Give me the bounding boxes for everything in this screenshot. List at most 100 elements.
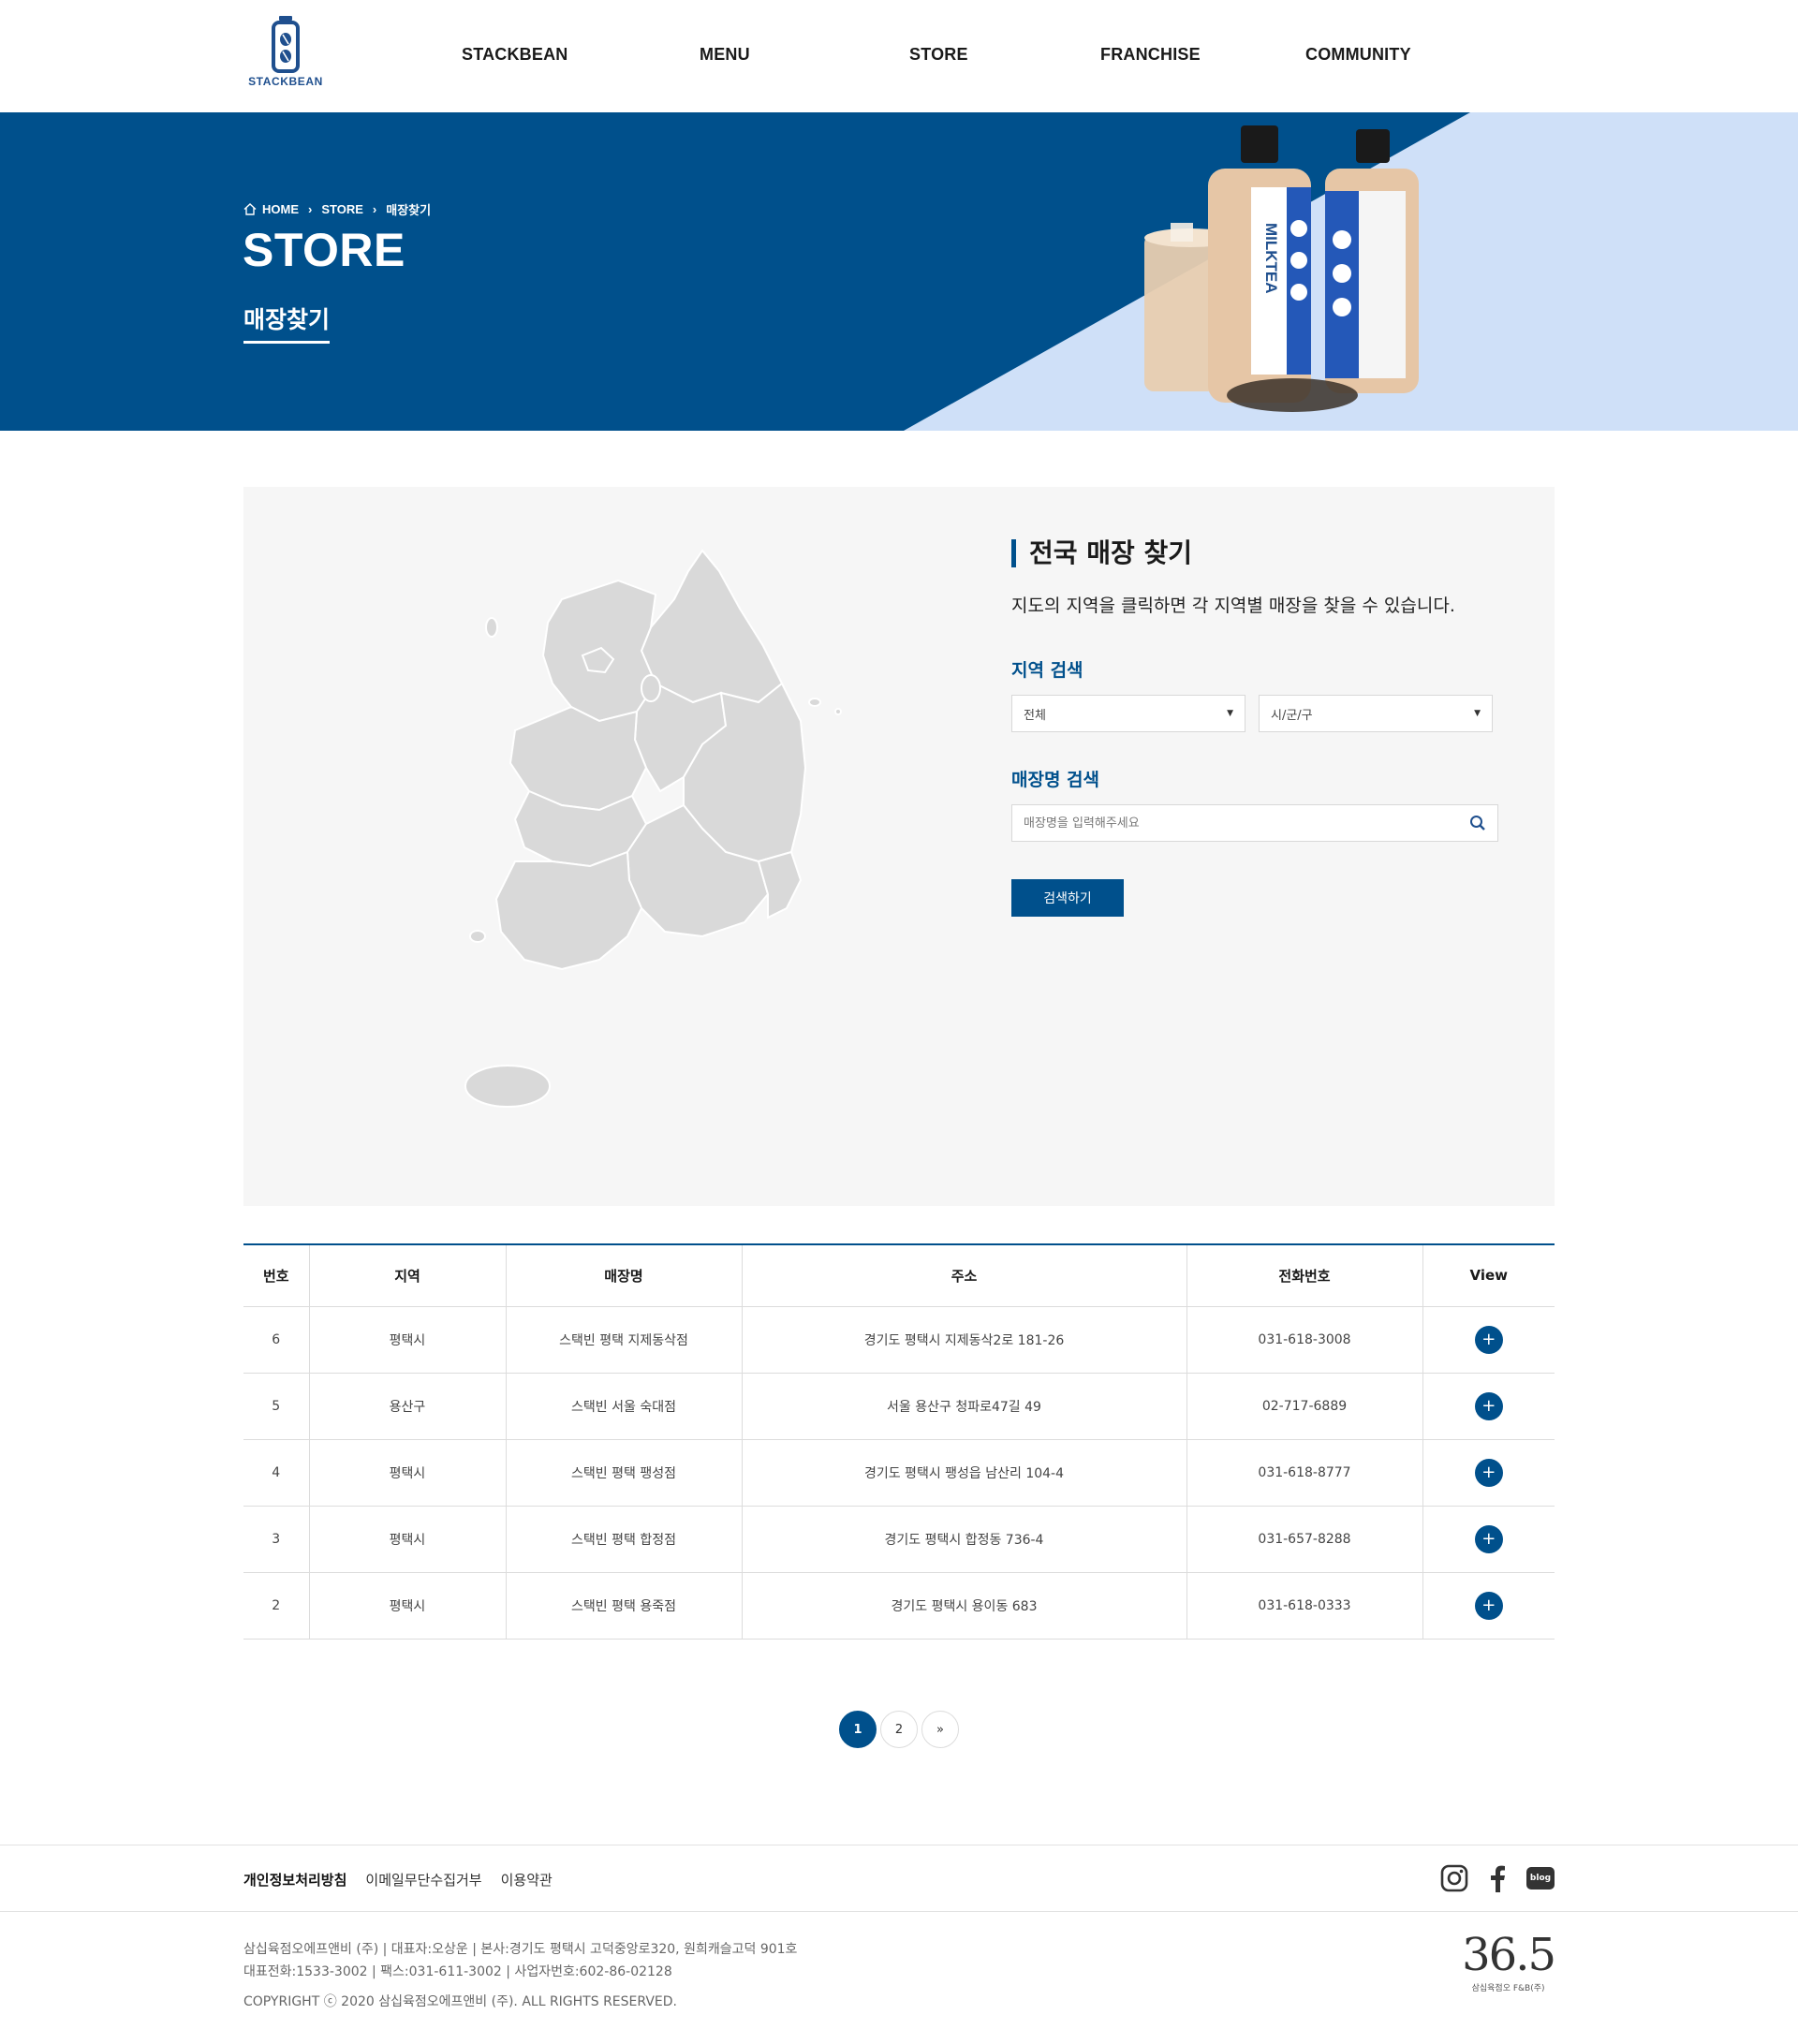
store-search-section: 전국 매장 찾기 지도의 지역을 클릭하면 각 지역별 매장을 찾을 수 있습니… — [243, 487, 1555, 1206]
search-panel-title: 전국 매장 찾기 — [1011, 539, 1536, 567]
cell-region: 평택시 — [309, 1572, 507, 1640]
map-region-jeju — [464, 1065, 551, 1108]
cell-number: 3 — [243, 1506, 310, 1573]
cell-view: + — [1422, 1439, 1555, 1507]
copyright: COPYRIGHT ⓒ 2020 삼십육점오에프앤비 (주). ALL RIGH… — [243, 1994, 677, 2009]
store-name-search-box — [1011, 804, 1498, 842]
company-info: 삼십육점오에프앤비 (주) | 대표자:오상운 | 본사:경기도 평택시 고덕중… — [243, 1938, 797, 2013]
col-header-region: 지역 — [309, 1244, 507, 1307]
cell-phone: 031-618-8777 — [1186, 1439, 1423, 1507]
search-panel-description: 지도의 지역을 클릭하면 각 지역별 매장을 찾을 수 있습니다. — [1011, 596, 1455, 616]
breadcrumb-home[interactable]: HOME — [262, 202, 299, 216]
cell-region: 평택시 — [309, 1506, 507, 1573]
city-select[interactable]: 시/군/구 ▼ — [1259, 695, 1493, 732]
table-row: 2 평택시 스택빈 평택 용죽점 경기도 평택시 용이동 683 031-618… — [243, 1572, 1555, 1640]
cell-region: 평택시 — [309, 1439, 507, 1507]
cell-phone: 031-657-8288 — [1186, 1506, 1423, 1573]
region-selects: 전체 ▼ 시/군/구 ▼ — [1011, 695, 1536, 732]
store-table: 번호 지역 매장명 주소 전화번호 View 6 평택시 스택빈 평택 지제동삭… — [243, 1243, 1555, 1640]
footer-link-privacy[interactable]: 개인정보처리방침 — [243, 1870, 346, 1890]
main-nav: STACKBEAN MENU STORE FRANCHISE COMMUNITY — [0, 0, 1798, 112]
view-plus-button[interactable]: + — [1474, 1524, 1503, 1553]
page-title: STORE — [243, 224, 405, 276]
search-panel: 전국 매장 찾기 지도의 지역을 클릭하면 각 지역별 매장을 찾을 수 있습니… — [1011, 539, 1536, 917]
cell-view: + — [1422, 1506, 1555, 1573]
cell-region: 평택시 — [309, 1306, 507, 1374]
table-header-row: 번호 지역 매장명 주소 전화번호 View — [243, 1244, 1555, 1307]
region-search-label: 지역 검색 — [1011, 660, 1083, 681]
nav-franchise[interactable]: FRANCHISE — [1100, 45, 1201, 65]
cell-address: 경기도 평택시 팽성읍 남산리 104-4 — [742, 1439, 1187, 1507]
cell-number: 5 — [243, 1373, 310, 1440]
bottle-label: MILKTEA — [1262, 223, 1280, 294]
nav-menu[interactable]: MENU — [700, 45, 750, 65]
cell-phone: 031-618-3008 — [1186, 1306, 1423, 1374]
breadcrumb-store[interactable]: STORE — [321, 202, 363, 216]
page-subtitle: 매장찾기 — [243, 301, 331, 344]
view-plus-button[interactable]: + — [1474, 1591, 1503, 1620]
nav-stackbean[interactable]: STACKBEAN — [462, 45, 567, 65]
breadcrumb-current: 매장찾기 — [386, 203, 432, 217]
cell-store-name: 스택빈 평택 용죽점 — [506, 1572, 743, 1640]
site-header: STACKBEAN STACKBEAN MENU STORE FRANCHISE… — [0, 0, 1798, 112]
footer-link-terms[interactable]: 이용약관 — [501, 1870, 553, 1890]
region-select[interactable]: 전체 ▼ — [1011, 695, 1245, 732]
home-icon[interactable] — [243, 203, 257, 215]
cell-number: 6 — [243, 1306, 310, 1374]
store-list: 번호 지역 매장명 주소 전화번호 View 6 평택시 스택빈 평택 지제동삭… — [243, 1243, 1555, 1640]
caret-down-icon: ▼ — [1474, 709, 1481, 718]
page-button-1[interactable]: 1 — [839, 1711, 877, 1748]
map-region-jeonnam — [494, 850, 643, 971]
blog-icon-label: blog — [1529, 1874, 1552, 1883]
caret-down-icon: ▼ — [1227, 709, 1233, 718]
company-logo-number: 36.5 — [1462, 1929, 1556, 1981]
cell-view: + — [1422, 1572, 1555, 1640]
col-header-address: 주소 — [742, 1244, 1187, 1307]
cell-address: 경기도 평택시 지제동삭2로 181-26 — [742, 1306, 1187, 1374]
region-select-value: 전체 — [1024, 708, 1046, 723]
breadcrumb-separator-icon: › — [372, 202, 377, 216]
pagination: 1 2 » — [0, 1711, 1798, 1748]
view-plus-button[interactable]: + — [1474, 1325, 1503, 1354]
nav-store[interactable]: STORE — [909, 45, 968, 65]
social-links: blog — [1440, 1864, 1555, 1892]
col-header-number: 번호 — [243, 1244, 310, 1307]
col-header-view: View — [1422, 1244, 1555, 1307]
store-name-input[interactable] — [1024, 816, 1436, 831]
cell-view: + — [1422, 1306, 1555, 1374]
cell-region: 용산구 — [309, 1373, 507, 1440]
blog-icon[interactable]: blog — [1526, 1867, 1555, 1890]
instagram-icon[interactable] — [1440, 1864, 1468, 1892]
map-region-gangwon — [640, 549, 784, 704]
facebook-icon[interactable] — [1489, 1864, 1506, 1892]
col-header-phone: 전화번호 — [1186, 1244, 1423, 1307]
search-button[interactable]: 검색하기 — [1011, 879, 1124, 917]
cell-number: 4 — [243, 1439, 310, 1507]
korea-map[interactable] — [421, 543, 871, 1142]
col-header-store-name: 매장명 — [506, 1244, 743, 1307]
map-region-busan — [757, 850, 803, 919]
view-plus-button[interactable]: + — [1474, 1458, 1503, 1487]
company-logo-caption: 삼십육점오 F&B(주) — [1471, 1984, 1545, 1993]
company-logo: 36.5 삼십육점오 F&B(주) — [1462, 1929, 1556, 1993]
footer-link-email-refusal[interactable]: 이메일무단수집거부 — [365, 1870, 481, 1890]
breadcrumb: HOME › STORE › 매장찾기 — [243, 200, 431, 218]
footer-bar: 개인정보처리방침 이메일무단수집거부 이용약관 blog — [0, 1845, 1798, 1912]
search-icon[interactable] — [1469, 815, 1486, 831]
view-plus-button[interactable]: + — [1474, 1391, 1503, 1420]
company-info-line2: 대표전화:1533-3002 | 팩스:031-611-3002 | 사업자번호… — [243, 1964, 672, 1979]
table-row: 6 평택시 스택빈 평택 지제동삭점 경기도 평택시 지제동삭2로 181-26… — [243, 1306, 1555, 1374]
cell-address: 서울 용산구 청파로47길 49 — [742, 1373, 1187, 1440]
hero-banner: MILKTEA HOME › STORE › 매장찾기 STORE 매장찾기 — [0, 112, 1798, 431]
cell-store-name: 스택빈 평택 지제동삭점 — [506, 1306, 743, 1374]
cell-phone: 031-618-0333 — [1186, 1572, 1423, 1640]
breadcrumb-separator-icon: › — [308, 202, 313, 216]
table-row: 5 용산구 스택빈 서울 숙대점 서울 용산구 청파로47길 49 02-717… — [243, 1373, 1555, 1440]
cell-store-name: 스택빈 평택 팽성점 — [506, 1439, 743, 1507]
company-info-line1: 삼십육점오에프앤비 (주) | 대표자:오상운 | 본사:경기도 평택시 고덕중… — [243, 1942, 798, 1957]
page-button-2[interactable]: 2 — [880, 1711, 918, 1748]
next-page-icon[interactable]: » — [921, 1711, 959, 1748]
cell-address: 경기도 평택시 용이동 683 — [742, 1572, 1187, 1640]
nav-community[interactable]: COMMUNITY — [1305, 45, 1411, 65]
cell-address: 경기도 평택시 합정동 736-4 — [742, 1506, 1187, 1573]
